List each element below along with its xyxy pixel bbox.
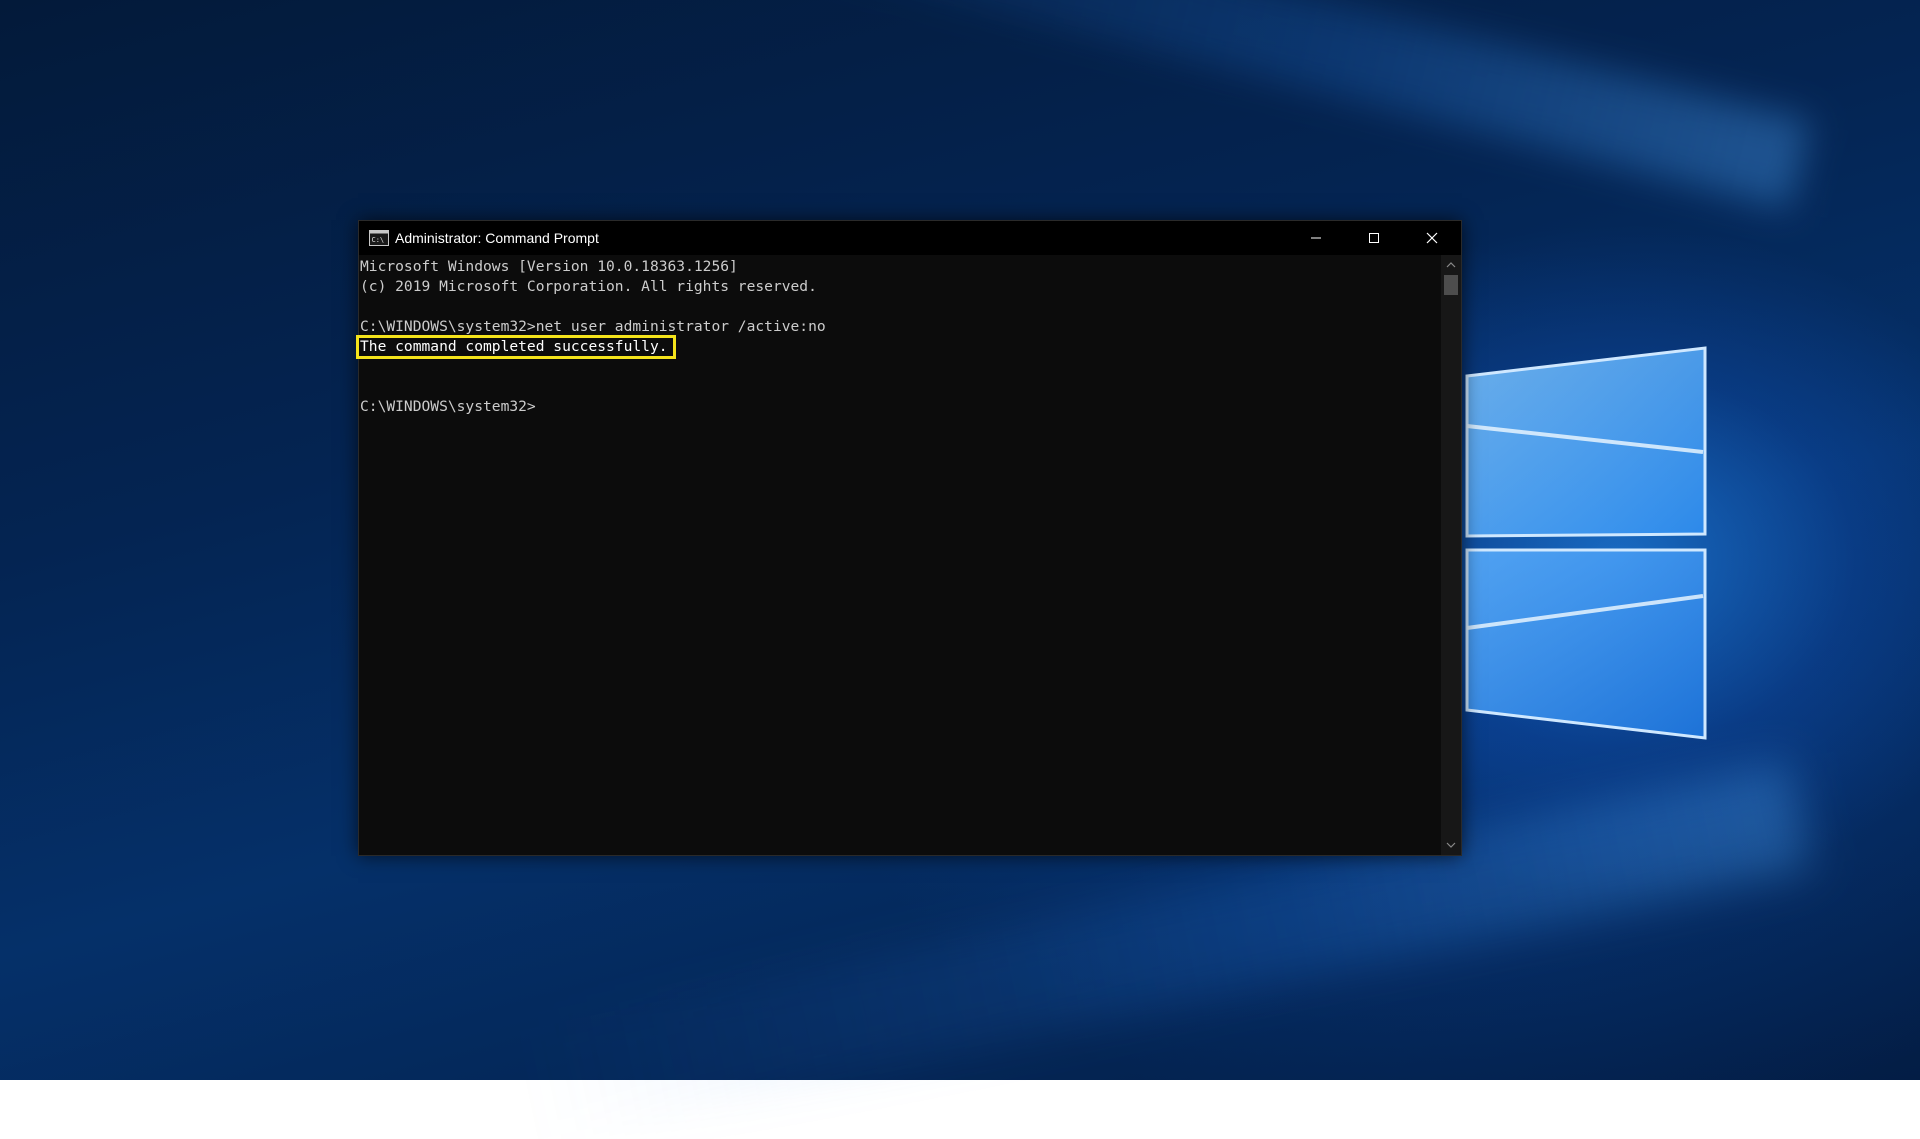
maximize-icon [1369, 233, 1379, 243]
console-line: C:\WINDOWS\system32>net user administrat… [360, 318, 826, 335]
console-prompt[interactable]: C:\WINDOWS\system32> [360, 397, 536, 417]
chevron-up-icon [1446, 262, 1456, 268]
scrollbar-thumb[interactable] [1444, 275, 1458, 295]
scroll-up-button[interactable] [1441, 257, 1461, 273]
scroll-down-button[interactable] [1441, 837, 1461, 853]
minimize-icon [1311, 237, 1321, 239]
maximize-button[interactable] [1345, 221, 1403, 255]
svg-text:C:\: C:\ [372, 236, 385, 244]
console-line-highlighted: The command completed successfully. [360, 338, 668, 355]
console-line: (c) 2019 Microsoft Corporation. All righ… [360, 278, 817, 295]
minimize-button[interactable] [1287, 221, 1345, 255]
chevron-down-icon [1446, 842, 1456, 848]
cmd-icon: C:\ [369, 230, 389, 246]
console-output[interactable]: Microsoft Windows [Version 10.0.18363.12… [356, 255, 1441, 855]
windows-logo-icon [1465, 346, 1707, 740]
console-line: Microsoft Windows [Version 10.0.18363.12… [360, 258, 738, 275]
window-title: Administrator: Command Prompt [395, 230, 599, 246]
close-button[interactable] [1403, 221, 1461, 255]
light-beam-top [624, 0, 1811, 209]
vertical-scrollbar[interactable] [1441, 255, 1461, 855]
close-icon [1426, 232, 1438, 244]
title-bar[interactable]: C:\ Administrator: Command Prompt [359, 221, 1461, 255]
command-prompt-window[interactable]: C:\ Administrator: Command Prompt Micros… [356, 220, 1462, 856]
